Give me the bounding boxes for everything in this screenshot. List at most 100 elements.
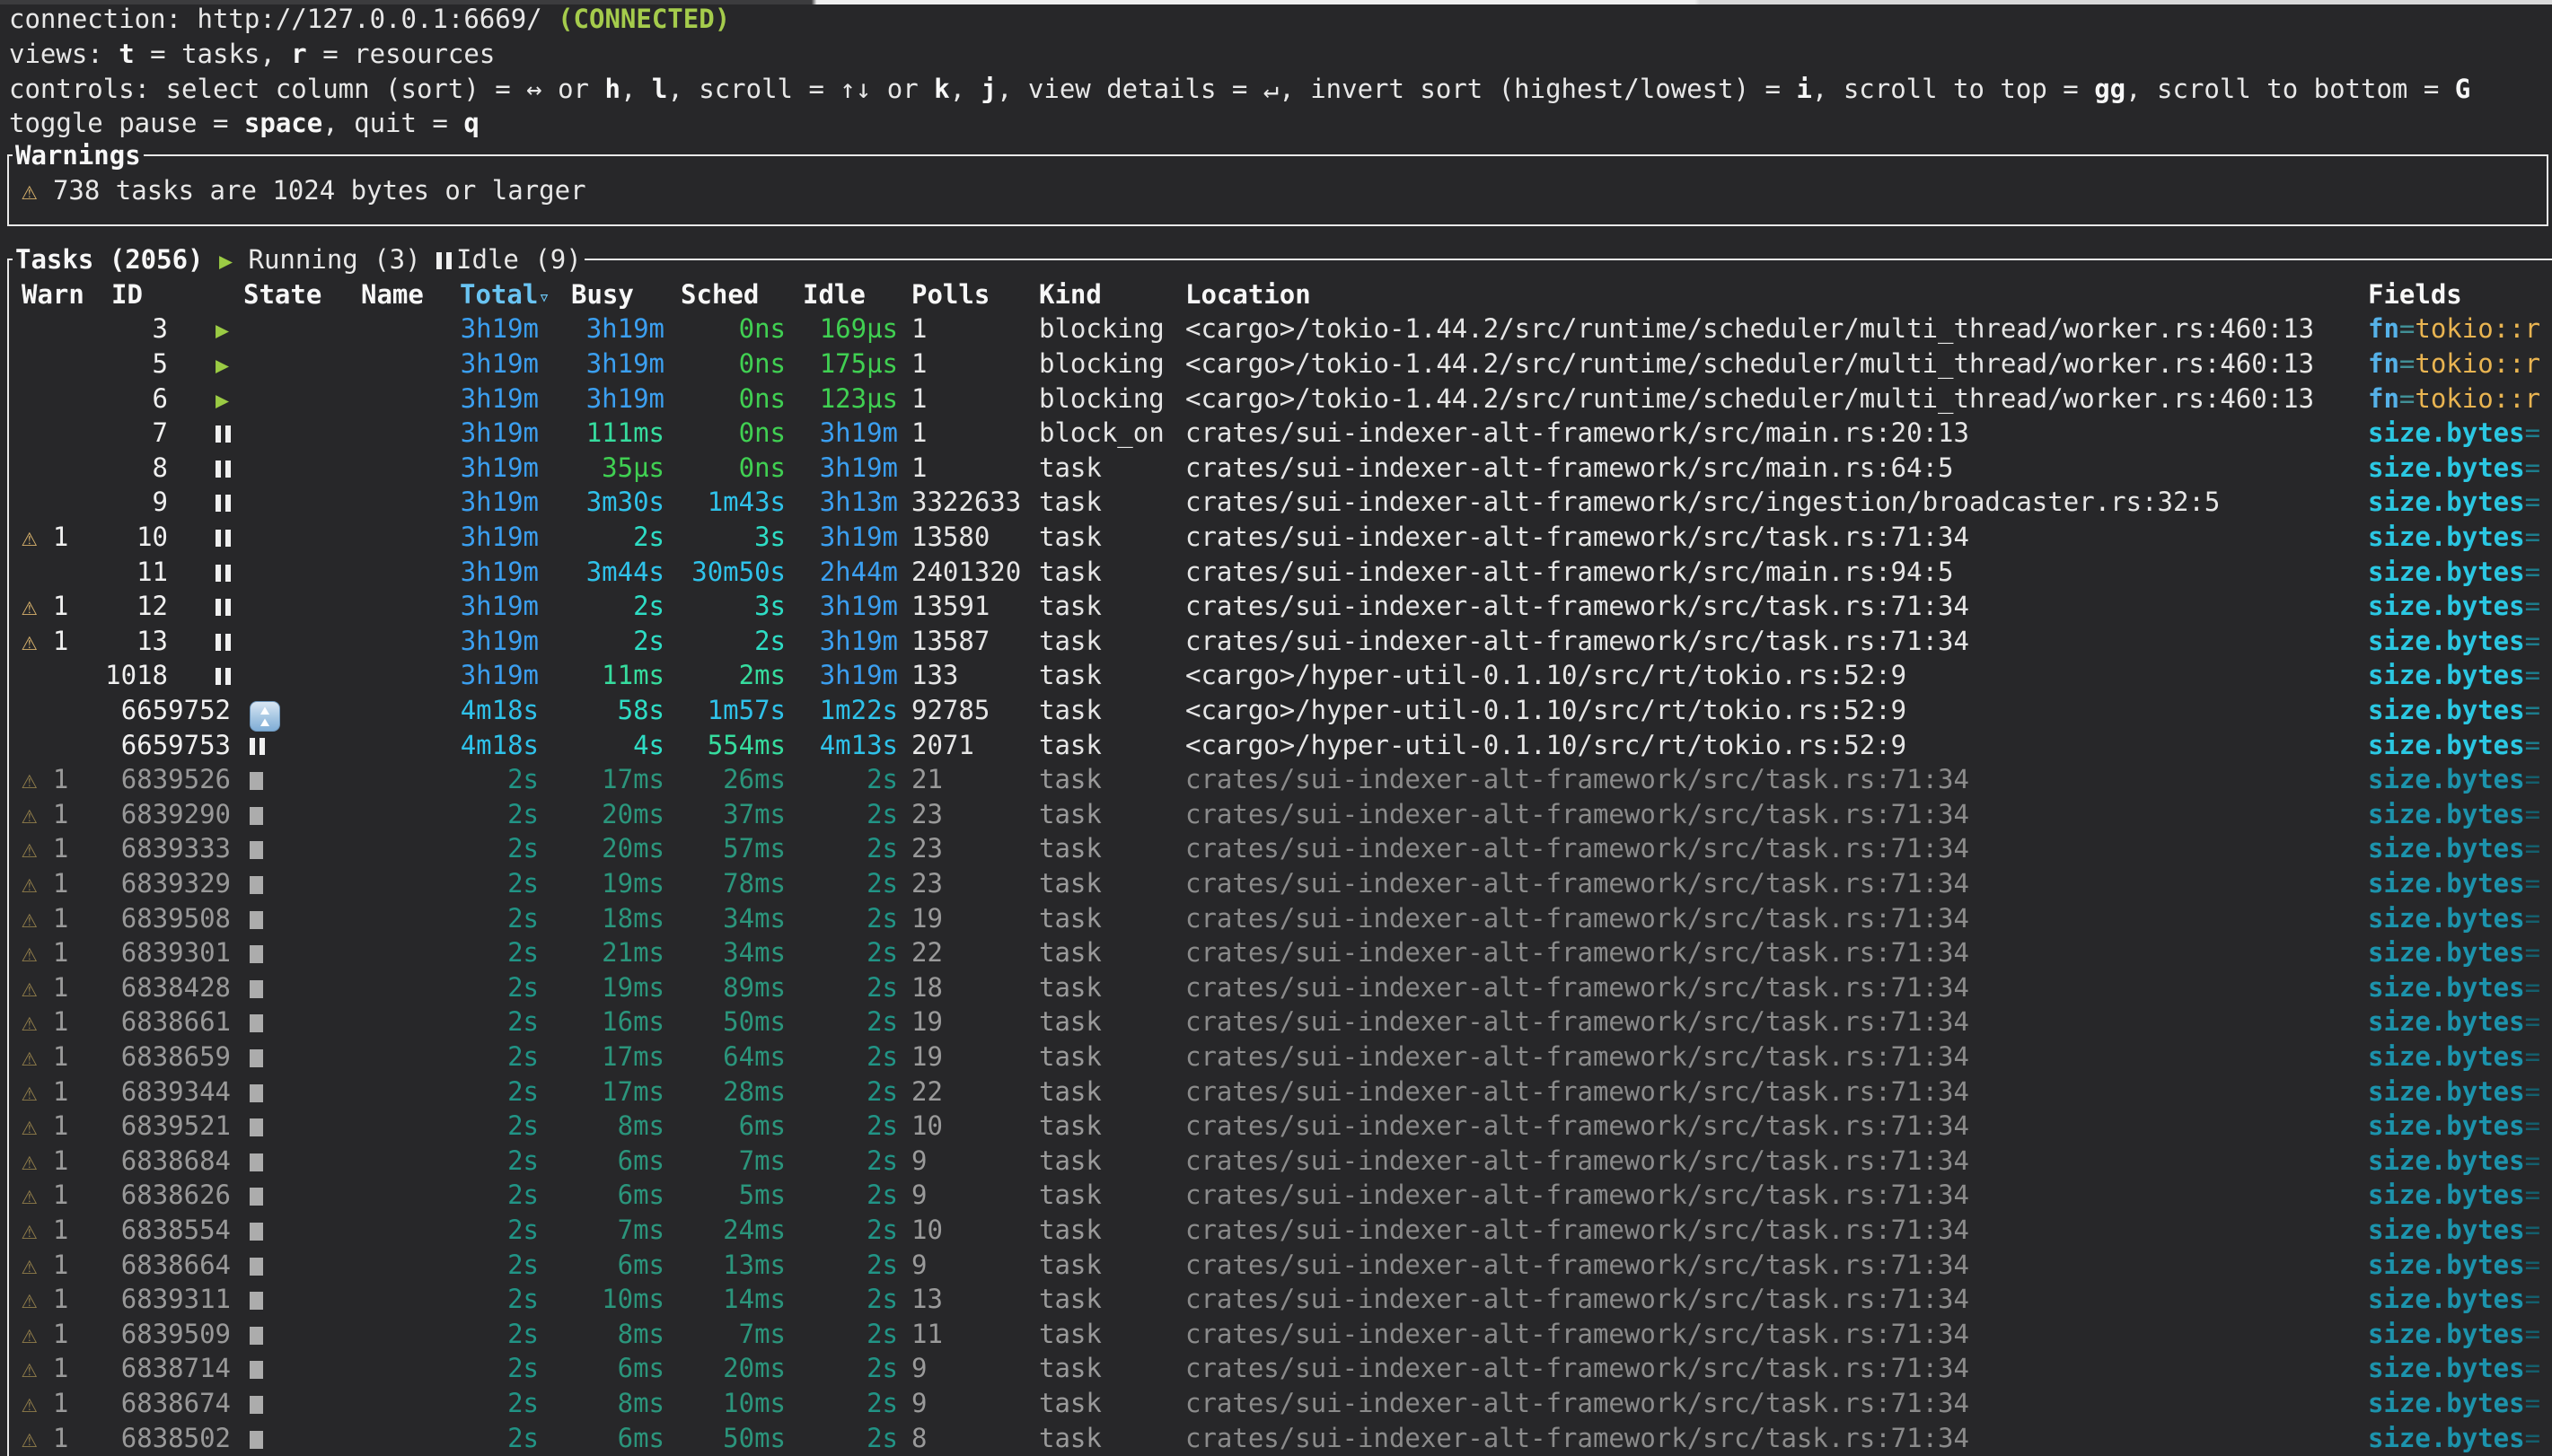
task-row[interactable]: 73h19m111ms0ns3h19m1block_oncrates/sui-i… (0, 416, 2552, 451)
task-row[interactable]: 3▶3h19m3h19m0ns169µs1blocking<cargo>/tok… (0, 311, 2552, 346)
paused-icon (216, 660, 235, 690)
task-row[interactable]: ⚠ 168387142s6ms20ms2s9taskcrates/sui-ind… (0, 1351, 2552, 1386)
kind-cell: task (1039, 693, 1102, 728)
task-row[interactable]: ⚠ 168392902s20ms37ms2s23taskcrates/sui-i… (0, 797, 2552, 832)
task-row[interactable]: ⚠ 168384282s19ms89ms2s18taskcrates/sui-i… (0, 970, 2552, 1005)
column-header-idle[interactable]: Idle (803, 277, 866, 312)
location-cell: crates/sui-indexer-alt-framework/src/tas… (1185, 935, 1969, 970)
column-header-warn[interactable]: Warn (22, 277, 84, 312)
task-row[interactable]: ⚠ 1103h19m2s3s3h19m13580taskcrates/sui-i… (0, 520, 2552, 555)
total-duration-cell: 4m18s (420, 728, 539, 763)
warning-icon: ⚠ (22, 972, 37, 1003)
fields-cell: size.bytes= (2368, 970, 2540, 1005)
completed-icon (250, 876, 263, 894)
idle-duration-cell: 2s (781, 1144, 898, 1179)
warn-cell: ⚠ 1 (22, 1386, 68, 1421)
task-row[interactable]: ⚠ 168393292s19ms78ms2s23taskcrates/sui-i… (0, 866, 2552, 901)
task-row[interactable]: ⚠ 1123h19m2s3s3h19m13591taskcrates/sui-i… (0, 589, 2552, 624)
column-header-name[interactable]: Name (361, 277, 424, 312)
location-cell: crates/sui-indexer-alt-framework/src/mai… (1185, 451, 1954, 486)
task-row[interactable]: 93h19m3m30s1m43s3h13m3322633taskcrates/s… (0, 485, 2552, 520)
total-duration-cell: 2s (420, 1144, 539, 1179)
location-cell: <cargo>/hyper-util-0.1.10/src/rt/tokio.r… (1185, 693, 1906, 728)
busy-duration-cell: 19ms (548, 866, 664, 901)
location-cell: crates/sui-indexer-alt-framework/src/tas… (1185, 1351, 1969, 1386)
task-row[interactable]: ⚠ 168395262s17ms26ms2s21taskcrates/sui-i… (0, 762, 2552, 797)
task-row[interactable]: 66597534m18s4s554ms4m13s2071task<cargo>/… (0, 728, 2552, 763)
total-duration-cell: 2s (420, 901, 539, 936)
sched-duration-cell: 30m50s (667, 555, 786, 590)
task-row[interactable]: 6▶3h19m3h19m0ns123µs1blocking<cargo>/tok… (0, 382, 2552, 417)
task-row[interactable]: ⚠ 168393332s20ms57ms2s23taskcrates/sui-i… (0, 831, 2552, 866)
warn-count: 1 (37, 903, 68, 934)
task-row[interactable]: ⚠ 168395212s8ms6ms2s10taskcrates/sui-ind… (0, 1109, 2552, 1144)
field-key: size.bytes (2368, 695, 2525, 725)
task-row[interactable]: ⚠ 168386742s8ms10ms2s9taskcrates/sui-ind… (0, 1386, 2552, 1421)
task-row[interactable]: ⚠ 168395082s18ms34ms2s19taskcrates/sui-i… (0, 901, 2552, 936)
idle-duration-cell: 2h44m (781, 555, 898, 590)
column-header-polls[interactable]: Polls (911, 277, 990, 312)
task-row[interactable]: ⚠ 168386262s6ms5ms2s9taskcrates/sui-inde… (0, 1178, 2552, 1213)
location-cell: <cargo>/tokio-1.44.2/src/runtime/schedul… (1185, 346, 2314, 382)
polls-cell: 23 (911, 831, 943, 866)
views-help-segment: r (291, 39, 306, 69)
kind-cell: task (1039, 762, 1102, 797)
fields-cell: size.bytes= (2368, 831, 2540, 866)
task-row[interactable]: ⚠ 168385022s6ms50ms2s8taskcrates/sui-ind… (0, 1421, 2552, 1456)
connection-url: http://127.0.0.1:6669/ (198, 4, 559, 34)
column-header-total[interactable]: Total▿ (460, 277, 550, 312)
total-duration-cell: 3h19m (420, 589, 539, 624)
polls-cell: 23 (911, 797, 943, 832)
column-header-sched[interactable]: Sched (681, 277, 759, 312)
total-duration-cell: 3h19m (420, 485, 539, 520)
fields-cell: size.bytes= (2368, 1248, 2540, 1283)
column-header-fields[interactable]: Fields (2368, 277, 2462, 312)
total-duration-cell: 2s (420, 1317, 539, 1352)
task-row[interactable]: ⚠ 1133h19m2s2s3h19m13587taskcrates/sui-i… (0, 624, 2552, 659)
polls-cell: 13587 (911, 624, 990, 659)
field-separator: = (2525, 1353, 2540, 1383)
task-row[interactable]: ⚠ 168386642s6ms13ms2s9taskcrates/sui-ind… (0, 1248, 2552, 1283)
field-separator: = (2525, 972, 2540, 1003)
task-row[interactable]: ⚠ 168386592s17ms64ms2s19taskcrates/sui-i… (0, 1039, 2552, 1074)
column-header-kind[interactable]: Kind (1039, 277, 1102, 312)
task-row[interactable]: 10183h19m11ms2ms3h19m133task<cargo>/hype… (0, 658, 2552, 693)
task-row[interactable]: ⚠ 168393012s21ms34ms2s22taskcrates/sui-i… (0, 935, 2552, 970)
column-header-location[interactable]: Location (1185, 277, 1311, 312)
task-row[interactable]: 113h19m3m44s30m50s2h44m2401320taskcrates… (0, 555, 2552, 590)
task-row[interactable]: ⚠ 168386842s6ms7ms2s9taskcrates/sui-inde… (0, 1144, 2552, 1179)
column-header-busy[interactable]: Busy (571, 277, 634, 312)
task-row[interactable]: ⚠ 168385542s7ms24ms2s10taskcrates/sui-in… (0, 1213, 2552, 1248)
task-row[interactable]: ⚠ 168393442s17ms28ms2s22taskcrates/sui-i… (0, 1074, 2552, 1110)
paused-icon (436, 244, 456, 275)
task-row[interactable]: 6659752▲▲4m18s58s1m57s1m22s92785task<car… (0, 693, 2552, 728)
task-row[interactable]: 83h19m35µs0ns3h19m1taskcrates/sui-indexe… (0, 451, 2552, 486)
field-key: size.bytes (2368, 1076, 2525, 1107)
task-id-cell: 6838502 (105, 1421, 231, 1456)
busy-duration-cell: 6ms (548, 1178, 664, 1213)
warn-cell: ⚠ 1 (22, 624, 68, 659)
toggle-help-line: toggle pause = space, quit = q (9, 106, 480, 141)
idle-duration-cell: 2s (781, 970, 898, 1005)
sched-duration-cell: 26ms (667, 762, 786, 797)
column-header-state[interactable]: State (243, 277, 321, 312)
task-row[interactable]: ⚠ 168386612s16ms50ms2s19taskcrates/sui-i… (0, 1004, 2552, 1039)
connection-label: connection: (9, 4, 198, 34)
controls-help-segment: , scroll to bottom = (2125, 74, 2455, 104)
completed-icon (250, 1049, 263, 1067)
field-key: size.bytes (2368, 1250, 2525, 1280)
task-id-cell: 6839311 (105, 1282, 231, 1317)
busy-duration-cell: 17ms (548, 762, 664, 797)
fields-cell: size.bytes= (2368, 624, 2540, 659)
task-id-cell: 6839521 (105, 1109, 231, 1144)
idle-duration-cell: 2s (781, 1421, 898, 1456)
completed-icon (250, 1118, 263, 1136)
task-state-cell (216, 520, 235, 555)
polls-cell: 1 (911, 382, 927, 417)
task-row[interactable]: 5▶3h19m3h19m0ns175µs1blocking<cargo>/tok… (0, 346, 2552, 382)
column-header-id[interactable]: ID (111, 277, 143, 312)
task-row[interactable]: ⚠ 168395092s8ms7ms2s11taskcrates/sui-ind… (0, 1317, 2552, 1352)
warnings-panel-title: Warnings (13, 138, 144, 173)
busy-duration-cell: 7ms (548, 1213, 664, 1248)
task-row[interactable]: ⚠ 168393112s10ms14ms2s13taskcrates/sui-i… (0, 1282, 2552, 1317)
